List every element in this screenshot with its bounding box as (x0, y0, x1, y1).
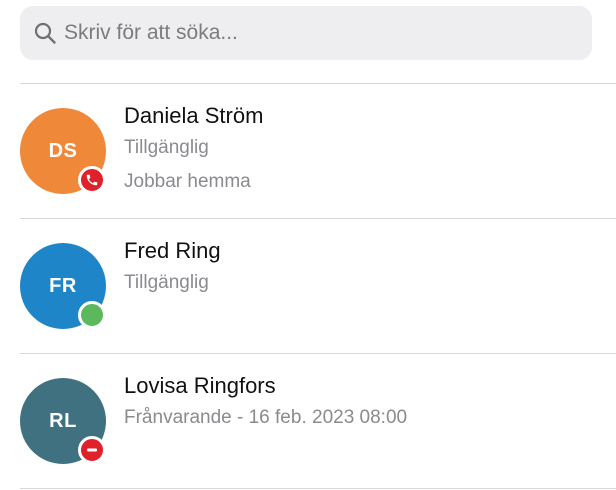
search-icon (32, 20, 58, 46)
contact-row[interactable]: RL Lovisa Ringfors Frånvarande - 16 feb.… (20, 354, 616, 489)
avatar-initials: DS (48, 139, 78, 162)
search-bar[interactable] (20, 6, 592, 60)
do-not-disturb-icon (78, 436, 106, 464)
contact-availability: Tillgänglig (124, 272, 209, 293)
contact-info: Lovisa Ringfors Frånvarande - 16 feb. 20… (124, 372, 407, 440)
contact-note: Jobbar hemma (124, 171, 251, 192)
contact-row[interactable]: DS Daniela Ström Tillgänglig Jobbar hemm… (20, 84, 616, 219)
contact-name: Lovisa Ringfors (124, 373, 276, 398)
phone-icon (78, 166, 106, 194)
avatar-initials: RL (49, 409, 77, 432)
contact-availability: Frånvarande - 16 feb. 2023 08:00 (124, 407, 408, 428)
contacts-page: DS Daniela Ström Tillgänglig Jobbar hemm… (0, 0, 616, 490)
contact-list: DS Daniela Ström Tillgänglig Jobbar hemm… (0, 84, 616, 489)
contact-name: Daniela Ström (124, 103, 264, 128)
contact-info: Fred Ring Tillgänglig (124, 237, 221, 305)
contact-info: Daniela Ström Tillgänglig Jobbar hemma (124, 102, 263, 204)
contact-name: Fred Ring (124, 238, 221, 263)
avatar-initials: FR (49, 274, 77, 297)
contact-availability: Tillgänglig (124, 137, 209, 158)
contact-row[interactable]: FR Fred Ring Tillgänglig (20, 219, 616, 354)
search-input[interactable] (64, 21, 564, 45)
available-icon (78, 301, 106, 329)
